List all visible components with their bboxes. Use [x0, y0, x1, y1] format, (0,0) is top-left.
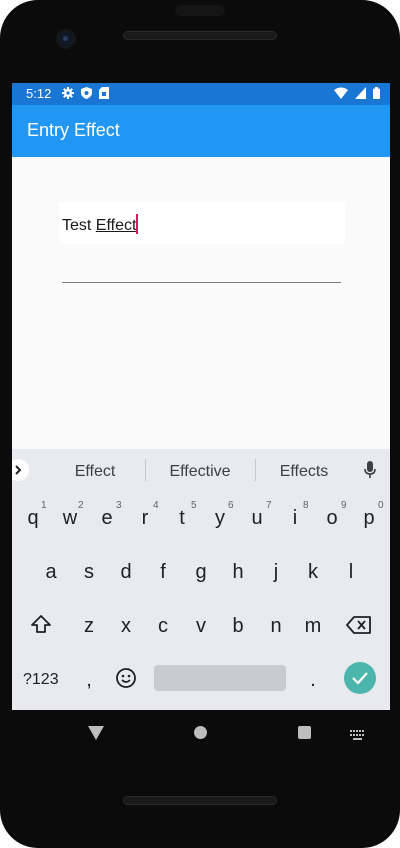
key-h[interactable]: h [222, 561, 254, 584]
entry-text[interactable]: Test Effect [62, 214, 138, 235]
period-key[interactable]: . [297, 669, 329, 692]
key-m[interactable]: m [297, 615, 329, 638]
entry-underline [62, 282, 341, 283]
key-s[interactable]: s [73, 561, 105, 584]
suggestion-1[interactable]: Effect [43, 463, 147, 481]
done-key[interactable] [344, 662, 376, 694]
signal-icon [355, 87, 366, 99]
device-screen: 5:12 Entry Effect Test Effect Effect Eff… [12, 83, 390, 710]
key-b[interactable]: b [222, 615, 254, 638]
entry-plain-text: Test [62, 217, 96, 234]
shift-key[interactable] [30, 614, 52, 639]
key-a[interactable]: a [35, 561, 67, 584]
shift-icon [31, 615, 51, 633]
expand-suggestions-button[interactable] [12, 459, 29, 481]
emoji-key[interactable] [115, 667, 137, 694]
page-title: Entry Effect [27, 120, 120, 140]
key-hint: 2 [78, 500, 84, 511]
key-x[interactable]: x [110, 615, 142, 638]
smiley-icon [116, 668, 136, 688]
key-g[interactable]: g [185, 561, 217, 584]
key-hint: 8 [303, 500, 309, 511]
text-caret [136, 214, 138, 234]
key-j[interactable]: j [260, 561, 292, 584]
recents-icon[interactable] [298, 726, 311, 739]
key-hint: 0 [378, 500, 384, 511]
suggestion-3[interactable]: Effects [252, 463, 356, 481]
keyboard-icon [350, 730, 364, 740]
navigation-bar [0, 710, 400, 758]
key-n[interactable]: n [260, 615, 292, 638]
key-hint: 7 [266, 500, 272, 511]
key-hint: 5 [191, 500, 197, 511]
home-icon[interactable] [194, 726, 207, 739]
earpiece-speaker [123, 31, 277, 40]
bottom-speaker [123, 796, 277, 805]
key-hint: 1 [41, 500, 47, 511]
battery-icon [373, 87, 380, 99]
soft-keyboard: Effect Effective Effects q 1 w 2 e 3 r 4… [12, 449, 390, 710]
phone-frame: 5:12 Entry Effect Test Effect Effect Eff… [0, 0, 400, 848]
suggestion-2[interactable]: Effective [148, 463, 252, 481]
comma-key[interactable]: , [73, 669, 105, 692]
entry-composing-text: Effect [95, 217, 137, 234]
shield-icon [81, 87, 92, 99]
voice-input-button[interactable] [364, 461, 376, 484]
keyboard-switch-button[interactable] [350, 727, 366, 745]
suggestion-divider [145, 459, 146, 481]
chevron-right-icon [15, 465, 22, 475]
key-hint: 3 [116, 500, 122, 511]
suggestion-strip: Effect Effective Effects [12, 449, 390, 493]
app-bar: Entry Effect [12, 105, 390, 157]
sim-card-icon [99, 87, 109, 99]
status-bar: 5:12 [12, 83, 390, 105]
key-d[interactable]: d [110, 561, 142, 584]
backspace-key[interactable] [346, 616, 372, 639]
wifi-icon [334, 87, 348, 99]
nav-back-button[interactable] [88, 726, 104, 745]
key-v[interactable]: v [185, 615, 217, 638]
backspace-icon [346, 616, 371, 634]
microphone-icon [364, 461, 376, 478]
key-hint: 6 [228, 500, 234, 511]
key-hint: 9 [341, 500, 347, 511]
key-hint: 4 [153, 500, 159, 511]
gear-icon [62, 87, 74, 99]
symbols-key[interactable]: ?123 [23, 671, 59, 689]
back-icon [88, 726, 104, 740]
phone-top-notch [175, 5, 225, 16]
key-l[interactable]: l [335, 561, 367, 584]
key-k[interactable]: k [297, 561, 329, 584]
key-c[interactable]: c [147, 615, 179, 638]
space-bar[interactable] [154, 665, 286, 691]
key-z[interactable]: z [73, 615, 105, 638]
front-camera [58, 31, 74, 47]
status-time: 5:12 [26, 86, 52, 101]
key-f[interactable]: f [147, 561, 179, 584]
checkmark-icon [352, 672, 368, 685]
